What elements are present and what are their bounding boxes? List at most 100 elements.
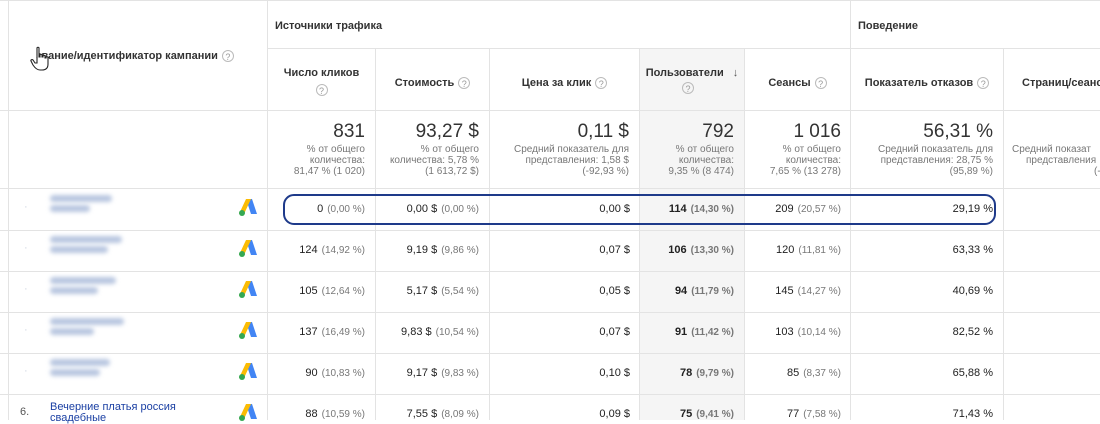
cell-users: 94 (11,79 %) xyxy=(642,284,734,299)
cell-sessions: 120 (11,81 %) xyxy=(747,243,841,258)
divider xyxy=(489,48,490,420)
cell-cpc-value: 0,09 $ xyxy=(599,408,630,420)
cell-bounce-value: 65,88 % xyxy=(952,367,993,379)
summary-sub-line: (1 613,72 $) xyxy=(425,166,479,177)
column-header-bounce-rate[interactable]: Показатель отказов? xyxy=(851,76,1003,90)
cell-cpc: 0,00 $ xyxy=(492,202,630,216)
cell-cpc-value: 0,07 $ xyxy=(599,326,630,338)
divider xyxy=(0,230,1100,231)
cell-cpc-value: 0,05 $ xyxy=(599,285,630,297)
campaign-name-blurred[interactable] xyxy=(50,195,112,202)
column-header-pages-per-session[interactable]: Страниц/сеанс xyxy=(1022,76,1100,90)
cell-cost: 5,17 $ (5,54 %) xyxy=(378,284,479,299)
cell-sessions-value: 77 xyxy=(786,408,800,420)
cell-bounce: 82,52 % xyxy=(853,325,993,339)
cell-sessions: 145 (14,27 %) xyxy=(747,284,841,299)
cell-bounce: 63,33 % xyxy=(853,243,993,257)
campaign-column-header[interactable]: звание/идентификатор кампании? xyxy=(36,50,234,63)
cell-bounce-value: 82,52 % xyxy=(952,326,993,338)
cell-users: 91 (11,42 %) xyxy=(642,325,734,340)
cell-clicks-value: 137 xyxy=(299,326,318,338)
cell-bounce: 71,43 % xyxy=(853,407,993,421)
cell-users-percent: (11,79 %) xyxy=(691,286,734,297)
cell-users-percent: (14,30 %) xyxy=(690,204,734,215)
campaign-name-blurred xyxy=(50,369,100,376)
column-header-clicks[interactable]: Число кликов ? xyxy=(268,66,375,96)
cell-users: 106 (13,30 %) xyxy=(642,243,734,258)
summary-clicks-sub: % от общего количества: 81,47 % (1 020) xyxy=(270,144,365,177)
cell-cpc-value: 0,00 $ xyxy=(599,203,630,215)
help-icon[interactable]: ? xyxy=(221,50,234,63)
hand-pointer-icon xyxy=(30,46,49,71)
campaign-name-blurred[interactable] xyxy=(50,236,122,243)
cell-cost: 0,00 $ (0,00 %) xyxy=(378,202,479,217)
divider xyxy=(0,353,1100,354)
campaign-name-line: свадебные xyxy=(50,412,107,424)
column-header-cpc[interactable]: Цена за клик? xyxy=(490,76,639,90)
cell-cost-value: 9,19 $ xyxy=(406,244,438,256)
help-icon[interactable]: ? xyxy=(814,77,827,90)
campaign-name-link[interactable]: Вечерние платья россия свадебные xyxy=(50,402,176,424)
cell-cpc-value: 0,10 $ xyxy=(599,367,630,379)
summary-sub-line: % от общего xyxy=(782,144,841,155)
cell-clicks-percent: (14,92 %) xyxy=(321,245,365,256)
cell-clicks-value: 90 xyxy=(305,367,318,379)
help-icon[interactable]: ? xyxy=(682,82,694,94)
divider xyxy=(0,0,1100,1)
divider xyxy=(639,48,640,420)
column-header-users[interactable]: Пользователи ↓ ? xyxy=(640,66,744,94)
cell-cost-percent: (9,86 %) xyxy=(441,245,479,256)
cell-bounce: 29,19 % xyxy=(853,202,993,216)
help-icon[interactable]: ? xyxy=(977,77,990,90)
cell-clicks-percent: (16,49 %) xyxy=(321,327,365,338)
cell-cost-value: 9,83 $ xyxy=(401,326,432,338)
summary-sub-line: представления: 28,75 % xyxy=(880,155,993,166)
group-traffic-sources: Источники трафика xyxy=(275,20,383,32)
column-header-sessions[interactable]: Сеансы? xyxy=(745,76,850,90)
cell-sessions-percent: (10,14 %) xyxy=(797,327,841,338)
summary-sub-line: % от общего xyxy=(675,144,734,155)
cell-users-percent: (13,30 %) xyxy=(690,245,734,256)
help-icon[interactable]: ? xyxy=(315,84,328,96)
summary-sessions-value: 1 016 xyxy=(793,121,841,142)
column-header-cost[interactable]: Стоимость? xyxy=(376,76,489,90)
help-icon[interactable]: ? xyxy=(595,77,608,90)
cell-cost-percent: (5,54 %) xyxy=(441,286,479,297)
cell-sessions-value: 209 xyxy=(775,203,794,215)
campaign-name-blurred xyxy=(50,328,94,335)
summary-sub-line: количества: 5,78 % xyxy=(389,155,479,166)
cell-sessions: 209 (20,57 %) xyxy=(747,202,841,217)
column-label-bounce-rate: Показатель отказов xyxy=(864,77,974,89)
divider xyxy=(267,0,268,420)
cell-clicks-value: 105 xyxy=(299,285,318,297)
google-ads-icon xyxy=(239,281,257,298)
row-number: 6. xyxy=(20,406,30,418)
google-ads-icon xyxy=(239,322,257,339)
campaign-name-blurred[interactable] xyxy=(50,359,110,366)
summary-users-sub: % от общего количества: 9,35 % (8 474) xyxy=(642,144,734,177)
campaign-name-blurred[interactable] xyxy=(50,318,124,325)
column-label-sessions: Сеансы xyxy=(768,77,811,89)
cell-bounce-value: 40,69 % xyxy=(952,285,993,297)
summary-bounce-sub: Средний показатель для представления: 28… xyxy=(853,144,993,177)
cell-cost-percent: (8,09 %) xyxy=(441,409,479,420)
cell-bounce-value: 71,43 % xyxy=(952,408,993,420)
cell-cost: 9,83 $ (10,54 %) xyxy=(378,325,479,340)
row-number: · xyxy=(24,365,28,377)
cell-users-value: 106 xyxy=(668,244,687,256)
google-ads-icon xyxy=(239,404,257,421)
campaign-name-blurred[interactable] xyxy=(50,277,116,284)
cell-sessions-value: 120 xyxy=(776,244,795,256)
summary-sub-line: (95,89 %) xyxy=(949,166,993,177)
row-number: · xyxy=(24,242,28,254)
cell-cost-value: 0,00 $ xyxy=(406,203,438,215)
cell-sessions-percent: (20,57 %) xyxy=(797,204,841,215)
divider xyxy=(375,48,376,420)
column-label-users: Пользователи xyxy=(645,67,724,79)
sort-desc-icon[interactable]: ↓ xyxy=(733,67,739,79)
help-icon[interactable]: ? xyxy=(458,77,471,90)
cell-cpc: 0,10 $ xyxy=(492,366,630,380)
row-number: · xyxy=(24,324,28,336)
cell-bounce: 65,88 % xyxy=(853,366,993,380)
cell-sessions: 103 (10,14 %) xyxy=(747,325,841,340)
